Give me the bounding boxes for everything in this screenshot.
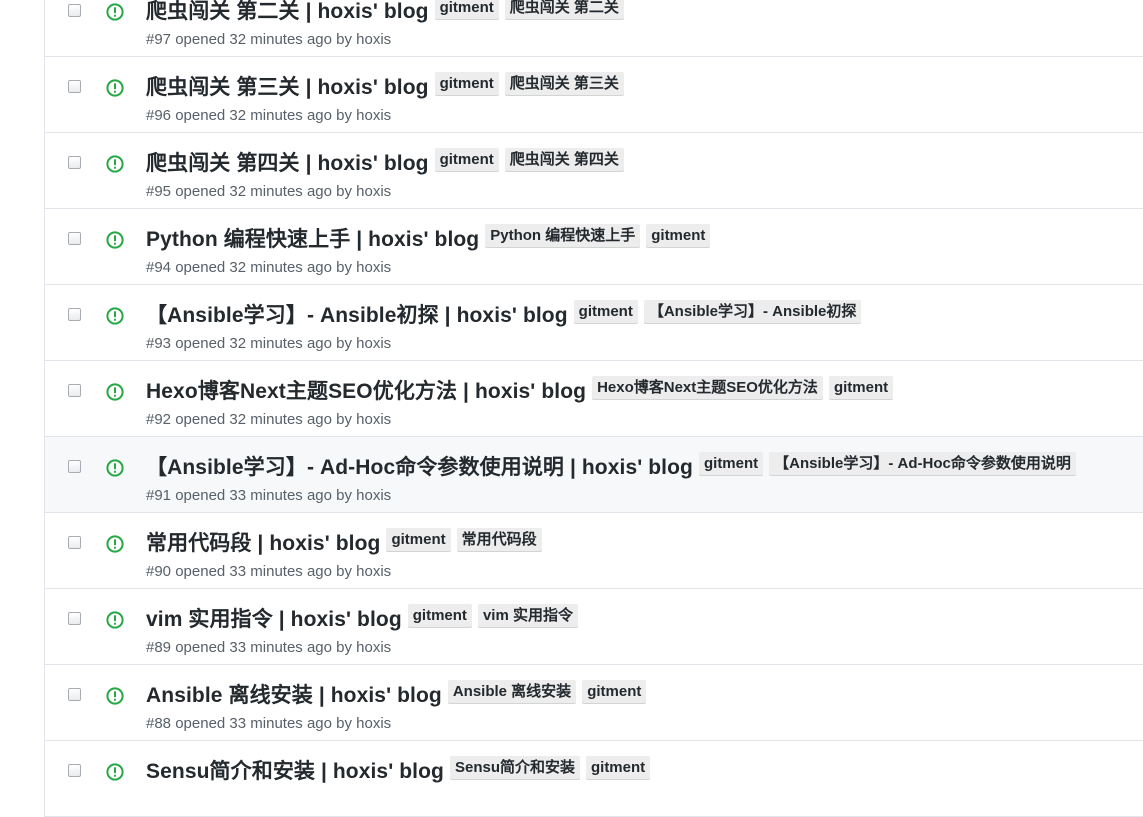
issue-title-link[interactable]: 爬虫闯关 第二关 | hoxis' blog [146,0,429,27]
issue-meta: #96 opened 32 minutes ago by hoxis [146,107,392,124]
issue-title-link[interactable]: Sensu简介和安装 | hoxis' blog [146,757,444,787]
issue-title-link[interactable]: 爬虫闯关 第四关 | hoxis' blog [146,149,429,179]
title-line: Python 编程快速上手 | hoxis' blog Python 编程快速上手… [146,224,711,261]
issue-list: 爬虫闯关 第二关 | hoxis' blog gitment 爬虫闯关 第二关 #9… [44,0,1143,817]
issue-row: Sensu简介和安装 | hoxis' blog Sensu简介和安装 gitmen… [45,741,1143,817]
title-line: 爬虫闯关 第四关 | hoxis' blog gitment 爬虫闯关 第四关 [146,148,624,185]
issue-meta: #89 opened 33 minutes ago by hoxis [146,639,392,656]
issue-title-link[interactable]: Hexo博客Next主题SEO优化方法 | hoxis' blog [146,377,586,407]
title-line: 【Ansible学习】- Ansible初探 | hoxis' blog gitm… [146,300,862,337]
issue-title-link[interactable]: Ansible 离线安装 | hoxis' blog [146,681,442,711]
title-line: Ansible 离线安装 | hoxis' blog Ansible 离线安装 gi… [146,680,647,717]
issue-row: vim 实用指令 | hoxis' blog gitment vim 实用指令 #8… [45,589,1143,665]
issue-row: Python 编程快速上手 | hoxis' blog Python 编程快速上手… [45,209,1143,285]
issue-meta: #95 opened 32 minutes ago by hoxis [146,183,392,200]
issue-label[interactable]: gitment [828,376,894,400]
select-checkbox[interactable] [68,156,81,169]
select-checkbox[interactable] [68,80,81,93]
issue-row: 爬虫闯关 第四关 | hoxis' blog gitment 爬虫闯关 第四关 #9… [45,133,1143,209]
issue-row-hovered: 【Ansible学习】- Ad-Hoc命令参数使用说明 | hoxis' blo… [45,437,1143,513]
issue-opened-icon [106,535,124,553]
issue-opened-icon [106,79,124,97]
issue-opened-icon [106,459,124,477]
issue-opened-icon [106,763,124,781]
issue-meta: #94 opened 32 minutes ago by hoxis [146,259,392,276]
issue-label[interactable]: gitment [585,756,651,780]
title-line: 【Ansible学习】- Ad-Hoc命令参数使用说明 | hoxis' blo… [146,452,1076,489]
issue-row: Hexo博客Next主题SEO优化方法 | hoxis' blog Hexo博客N… [45,361,1143,437]
issue-opened-icon [106,307,124,325]
issue-row: 爬虫闯关 第二关 | hoxis' blog gitment 爬虫闯关 第二关 #9… [45,0,1143,57]
issue-meta: #97 opened 32 minutes ago by hoxis [146,31,392,48]
issue-label[interactable]: Hexo博客Next主题SEO优化方法 [592,376,823,400]
select-checkbox[interactable] [68,384,81,397]
select-checkbox[interactable] [68,460,81,473]
issue-label[interactable]: gitment [434,148,499,172]
issue-meta: #92 opened 32 minutes ago by hoxis [146,411,392,428]
issue-label[interactable]: 【Ansible学习】- Ansible初探 [643,300,862,324]
title-line: Sensu简介和安装 | hoxis' blog Sensu简介和安装 gitmen… [146,756,651,793]
issue-label[interactable]: Python 编程快速上手 [485,224,641,248]
issue-label[interactable]: 爬虫闯关 第二关 [504,0,624,20]
issue-label[interactable]: 【Ansible学习】- Ad-Hoc命令参数使用说明 [769,452,1076,476]
issue-title-link[interactable]: 常用代码段 | hoxis' blog [146,529,380,559]
issue-opened-icon [106,383,124,401]
issue-label[interactable]: gitment [646,224,711,248]
issue-meta: #93 opened 32 minutes ago by hoxis [146,335,392,352]
issue-title-link[interactable]: Python 编程快速上手 | hoxis' blog [146,225,479,255]
issue-opened-icon [106,687,124,705]
issue-row: 【Ansible学习】- Ansible初探 | hoxis' blog gitm… [45,285,1143,361]
issue-opened-icon [106,3,124,21]
issue-label[interactable]: Ansible 离线安装 [447,680,577,704]
issue-meta: #91 opened 33 minutes ago by hoxis [146,487,392,504]
title-line: 爬虫闯关 第三关 | hoxis' blog gitment 爬虫闯关 第三关 [146,72,624,109]
issue-opened-icon [106,231,124,249]
issue-label[interactable]: gitment [582,680,647,704]
issue-label[interactable]: Sensu简介和安装 [449,756,580,780]
select-checkbox[interactable] [68,232,81,245]
issue-label[interactable]: 爬虫闯关 第三关 [504,72,624,96]
select-checkbox[interactable] [68,308,81,321]
issue-row: 爬虫闯关 第三关 | hoxis' blog gitment 爬虫闯关 第三关 #9… [45,57,1143,133]
issue-label[interactable]: gitment [386,528,451,552]
issue-title-link[interactable]: vim 实用指令 | hoxis' blog [146,605,402,635]
issue-title-link[interactable]: 爬虫闯关 第三关 | hoxis' blog [146,73,429,103]
title-line: 常用代码段 | hoxis' blog gitment 常用代码段 [146,528,542,565]
title-line: Hexo博客Next主题SEO优化方法 | hoxis' blog Hexo博客N… [146,376,894,413]
select-checkbox[interactable] [68,764,81,777]
title-line: vim 实用指令 | hoxis' blog gitment vim 实用指令 [146,604,578,641]
select-checkbox[interactable] [68,536,81,549]
issue-meta: #88 opened 33 minutes ago by hoxis [146,715,392,732]
title-line: 爬虫闯关 第二关 | hoxis' blog gitment 爬虫闯关 第二关 [146,0,624,33]
select-checkbox[interactable] [68,688,81,701]
issue-label[interactable]: gitment [407,604,472,628]
issue-meta: #90 opened 33 minutes ago by hoxis [146,563,392,580]
issue-label[interactable]: 爬虫闯关 第四关 [504,148,624,172]
issue-label[interactable]: gitment [698,452,764,476]
issue-label[interactable]: gitment [573,300,638,324]
issue-row: 常用代码段 | hoxis' blog gitment 常用代码段 #90 open… [45,513,1143,589]
issue-opened-icon [106,155,124,173]
issue-label[interactable]: gitment [434,0,499,20]
issue-row: Ansible 离线安装 | hoxis' blog Ansible 离线安装 gi… [45,665,1143,741]
select-checkbox[interactable] [68,612,81,625]
issue-label[interactable]: gitment [434,72,499,96]
issue-label[interactable]: vim 实用指令 [477,604,578,628]
issue-title-link[interactable]: 【Ansible学习】- Ad-Hoc命令参数使用说明 | hoxis' blo… [146,453,693,483]
issue-opened-icon [106,611,124,629]
issue-label[interactable]: 常用代码段 [456,528,542,552]
select-checkbox[interactable] [68,4,81,17]
issue-title-link[interactable]: 【Ansible学习】- Ansible初探 | hoxis' blog [146,301,568,331]
